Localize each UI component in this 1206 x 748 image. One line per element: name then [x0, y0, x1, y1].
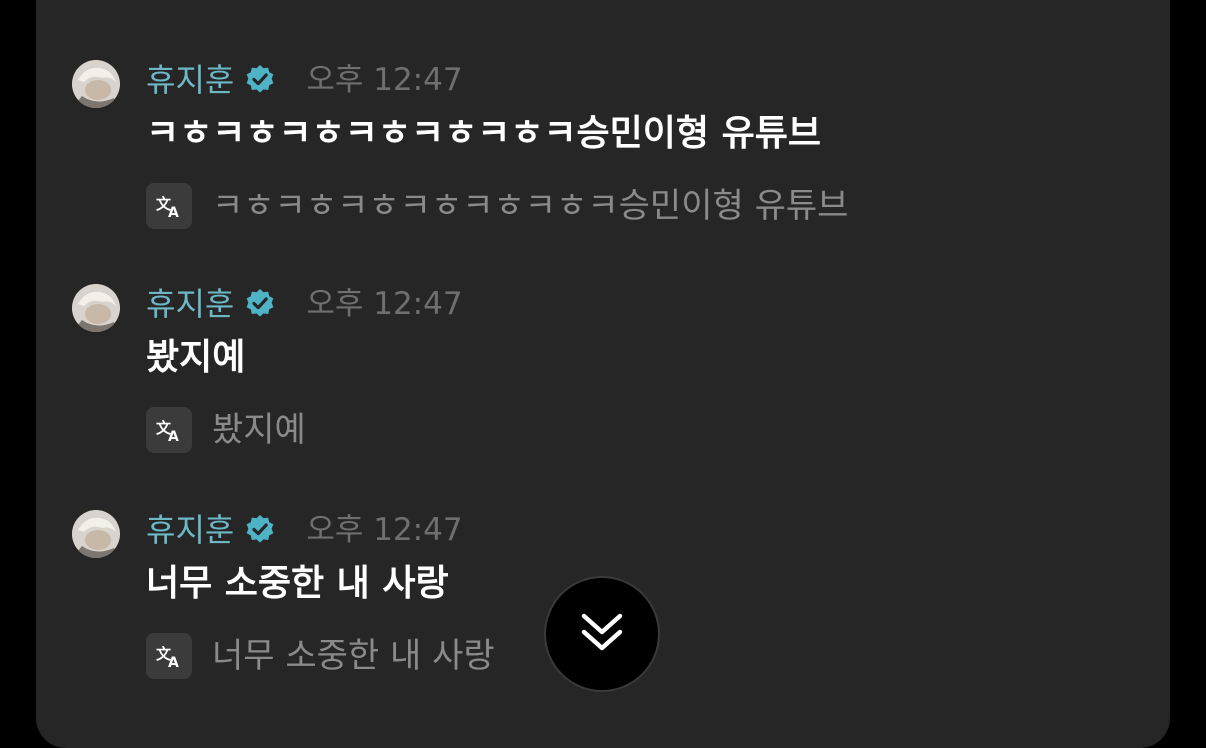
- message-text: 너무 소중한 내 사랑: [146, 563, 449, 604]
- timestamp: 오후 12:47: [306, 62, 463, 98]
- message-header: 휴지훈 오후 12:47: [146, 510, 463, 550]
- author-name[interactable]: 휴지훈: [146, 284, 234, 324]
- translate-icon[interactable]: 文 A: [146, 183, 192, 229]
- double-chevron-down-icon: [574, 604, 630, 664]
- scroll-to-bottom-button[interactable]: [544, 576, 660, 692]
- chat-message: 휴지훈 오후 12:47 봤지예 文 A 봤지예: [72, 284, 1072, 464]
- translation-text: 너무 소중한 내 사랑: [212, 636, 495, 676]
- translation-text: 봤지예: [212, 410, 306, 450]
- translation-row: 文 A ㅋㅎㅋㅎㅋㅎㅋㅎㅋㅎㅋㅎㅋ승민이형 유튜브: [146, 182, 848, 230]
- verified-badge-icon: [244, 288, 276, 320]
- avatar[interactable]: [72, 510, 120, 558]
- timestamp: 오후 12:47: [306, 286, 463, 322]
- author-name[interactable]: 휴지훈: [146, 510, 234, 550]
- verified-badge-icon: [244, 514, 276, 546]
- translate-icon[interactable]: 文 A: [146, 407, 192, 453]
- message-header: 휴지훈 오후 12:47: [146, 284, 463, 324]
- author-name[interactable]: 휴지훈: [146, 60, 234, 100]
- svg-text:A: A: [168, 429, 179, 444]
- message-header: 휴지훈 오후 12:47: [146, 60, 463, 100]
- verified-badge-icon: [244, 64, 276, 96]
- translate-icon[interactable]: 文 A: [146, 633, 192, 679]
- avatar[interactable]: [72, 60, 120, 108]
- avatar[interactable]: [72, 284, 120, 332]
- translation-row: 文 A 봤지예: [146, 406, 306, 454]
- translation-row: 文 A 너무 소중한 내 사랑: [146, 632, 495, 680]
- message-text: ㅋㅎㅋㅎㅋㅎㅋㅎㅋㅎㅋㅎㅋ승민이형 유튜브: [146, 113, 821, 154]
- svg-text:A: A: [168, 205, 179, 220]
- timestamp: 오후 12:47: [306, 512, 463, 548]
- message-text: 봤지예: [146, 337, 246, 378]
- chat-message: 휴지훈 오후 12:47 ㅋㅎㅋㅎㅋㅎㅋㅎㅋㅎㅋㅎㅋ승민이형 유튜브 文 A ㅋ…: [72, 60, 1072, 240]
- translation-text: ㅋㅎㅋㅎㅋㅎㅋㅎㅋㅎㅋㅎㅋ승민이형 유튜브: [212, 186, 849, 226]
- svg-text:A: A: [168, 655, 179, 670]
